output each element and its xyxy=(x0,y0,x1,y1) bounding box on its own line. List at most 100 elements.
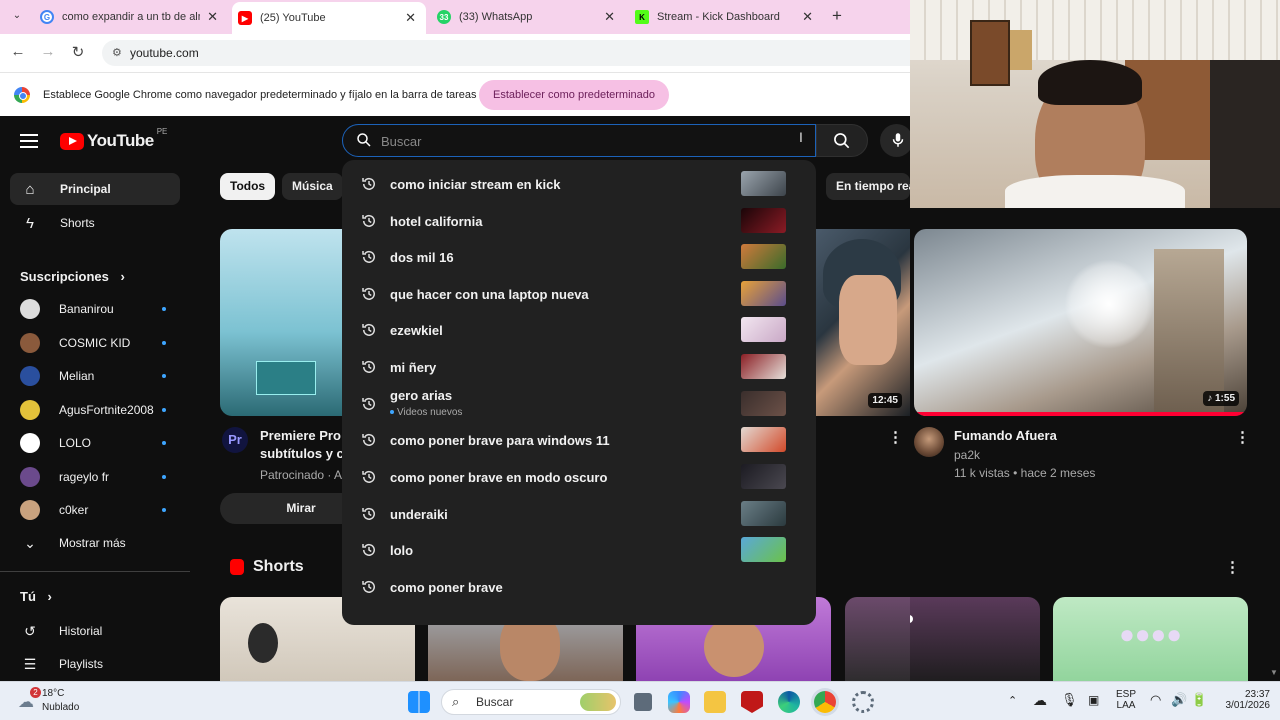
suggestion-item[interactable]: que hacer con una laptop nueva xyxy=(342,276,816,312)
channel-avatar[interactable] xyxy=(914,427,944,457)
sidebar-item-shorts[interactable]: ϟ Shorts xyxy=(10,207,180,239)
sidebar-item-playlists[interactable]: ☰ Playlists xyxy=(20,651,180,677)
channel-name[interactable]: pa2k xyxy=(954,448,980,462)
tab-youtube[interactable]: ▶ (25) YouTube ✕ xyxy=(232,2,426,34)
tab-kick[interactable]: K Stream - Kick Dashboard ✕ xyxy=(635,4,815,30)
scrollbar-down-arrow[interactable]: ▼ xyxy=(1270,668,1278,677)
ad-watch-button[interactable]: Mirar xyxy=(220,493,342,524)
new-content-dot xyxy=(162,341,166,345)
sidebar-sub-item[interactable]: Melian xyxy=(20,363,180,389)
short-thumbnail[interactable]: ●●●● xyxy=(1053,597,1248,681)
battery-saver-icon[interactable]: ▣ xyxy=(1088,693,1099,707)
suggestion-item[interactable]: como poner brave en modo oscuro xyxy=(342,459,816,495)
sidebar-sub-item[interactable]: Bananirou xyxy=(20,296,180,322)
suggestion-item[interactable]: ezewkiel xyxy=(342,312,816,348)
suggestion-text: lolo xyxy=(390,542,414,558)
sidebar-sub-item[interactable]: rageylo fr xyxy=(20,464,180,490)
duration-text: 1:55 xyxy=(1214,393,1235,404)
you-heading[interactable]: Tú › xyxy=(20,589,52,604)
video-thumbnail[interactable]: ♪ 1:55 xyxy=(914,229,1247,416)
sidebar-sub-item[interactable]: LOLO xyxy=(20,430,180,456)
voice-search-button[interactable] xyxy=(880,124,913,157)
search-icon xyxy=(357,133,371,147)
chip-music[interactable]: Música xyxy=(282,173,343,200)
edge-icon[interactable] xyxy=(778,691,800,713)
suggestion-item[interactable]: gero arias Videos nuevos xyxy=(342,386,816,422)
sub-name: LOLO xyxy=(59,436,92,450)
chip-all[interactable]: Todos xyxy=(220,173,276,200)
sidebar-sub-item[interactable]: c0ker xyxy=(20,497,180,523)
chip-live[interactable]: En tiempo real xyxy=(826,173,910,200)
close-icon[interactable]: ✕ xyxy=(405,10,416,26)
address-bar[interactable]: ⚙ youtube.com xyxy=(102,40,910,66)
search-button[interactable] xyxy=(816,124,868,157)
windows-start-icon[interactable] xyxy=(408,691,430,713)
clock[interactable]: 23:37 3/01/2026 xyxy=(1212,689,1271,711)
set-default-button[interactable]: Establecer como predeterminado xyxy=(479,80,669,110)
close-icon[interactable]: ✕ xyxy=(802,9,813,25)
file-explorer-icon[interactable] xyxy=(704,691,726,713)
suggestion-item[interactable]: hotel california xyxy=(342,203,816,239)
show-hidden-icons[interactable]: ⌃ xyxy=(1008,694,1017,707)
site-info-icon[interactable]: ⚙ xyxy=(112,40,122,66)
suggestion-item[interactable]: lolo xyxy=(342,532,816,568)
history-icon xyxy=(362,177,375,190)
shorts-section-icon xyxy=(230,559,244,575)
tab-whatsapp[interactable]: 33 (33) WhatsApp ✕ xyxy=(437,4,617,30)
onedrive-icon[interactable]: ☁ xyxy=(1033,692,1047,709)
settings-icon[interactable] xyxy=(852,691,874,713)
ad-thumbnail[interactable] xyxy=(220,229,342,416)
weather-widget[interactable]: ☁ 2 18°C Nublado xyxy=(14,686,124,716)
short-thumbnail[interactable] xyxy=(910,597,1040,681)
show-more-button[interactable]: ⌄ Mostrar más xyxy=(20,530,180,556)
language-indicator[interactable]: ESP LAA xyxy=(1112,689,1140,711)
forward-icon[interactable]: → xyxy=(38,43,58,60)
subscriptions-heading[interactable]: Suscripciones › xyxy=(20,269,125,284)
more-options-icon[interactable]: ⋮ xyxy=(888,428,903,446)
tab-search-icon[interactable]: ⌄ xyxy=(10,10,24,24)
mcafee-icon[interactable] xyxy=(741,691,763,713)
suggestion-item[interactable]: como poner brave para windows 11 xyxy=(342,422,816,458)
reload-icon[interactable]: ↻ xyxy=(68,43,88,61)
ad-title-line2[interactable]: subtítulos y c xyxy=(260,446,344,461)
wifi-icon[interactable]: ◠ xyxy=(1150,692,1161,708)
sidebar-sub-item[interactable]: COSMIC KID xyxy=(20,330,180,356)
suggestion-item[interactable]: underaiki xyxy=(342,496,816,532)
suggestion-item[interactable]: como poner brave xyxy=(342,569,816,605)
more-options-icon[interactable]: ⋮ xyxy=(1225,558,1240,576)
back-icon[interactable]: ← xyxy=(8,43,28,60)
suggestion-item[interactable]: mi ñery xyxy=(342,349,816,385)
sub-name: rageylo fr xyxy=(59,470,110,484)
battery-icon[interactable]: 🔋 xyxy=(1191,692,1207,708)
sub-name: AgusFortnite2008 xyxy=(59,403,154,417)
ad-title-line1[interactable]: Premiere Pro c xyxy=(260,428,352,443)
infobar-message: Establece Google Chrome como navegador p… xyxy=(43,89,477,101)
new-videos-dot xyxy=(390,410,394,415)
suggestion-subtext: Videos nuevos xyxy=(390,407,462,418)
volume-icon[interactable]: 🔊 xyxy=(1171,692,1187,708)
light-shape xyxy=(910,615,913,623)
microphone-icon[interactable]: 🎙 xyxy=(1061,692,1078,708)
video-thumbnail[interactable]: 12:45 xyxy=(815,229,910,416)
search-box[interactable]: I xyxy=(342,124,816,157)
new-tab-button[interactable]: + xyxy=(832,6,842,26)
sidebar-sub-item[interactable]: AgusFortnite2008 xyxy=(20,397,180,423)
task-view-icon[interactable] xyxy=(634,693,652,711)
home-icon: ⌂ xyxy=(25,180,35,198)
tab-google[interactable]: G como expandir a un tb de alma ✕ xyxy=(40,4,220,30)
more-options-icon[interactable]: ⋮ xyxy=(1235,428,1250,446)
shirt-shape xyxy=(1005,175,1185,208)
copilot-icon[interactable] xyxy=(668,691,690,713)
sidebar-item-home[interactable]: ⌂ Principal xyxy=(10,173,180,205)
short-thumbnail[interactable] xyxy=(845,597,910,681)
close-icon[interactable]: ✕ xyxy=(604,9,615,25)
video-title[interactable]: Fumando Afuera xyxy=(954,428,1057,443)
search-input[interactable] xyxy=(381,131,781,151)
sidebar-item-history[interactable]: ↺ Historial xyxy=(20,618,180,644)
suggestion-item[interactable]: dos mil 16 xyxy=(342,239,816,275)
close-icon[interactable]: ✕ xyxy=(207,9,218,25)
suggestion-item[interactable]: como iniciar stream en kick xyxy=(342,166,816,202)
chrome-icon[interactable] xyxy=(814,691,836,713)
video-duration: ♪ 1:55 xyxy=(1203,391,1239,406)
taskbar-search[interactable]: ⌕ Buscar xyxy=(441,689,621,715)
